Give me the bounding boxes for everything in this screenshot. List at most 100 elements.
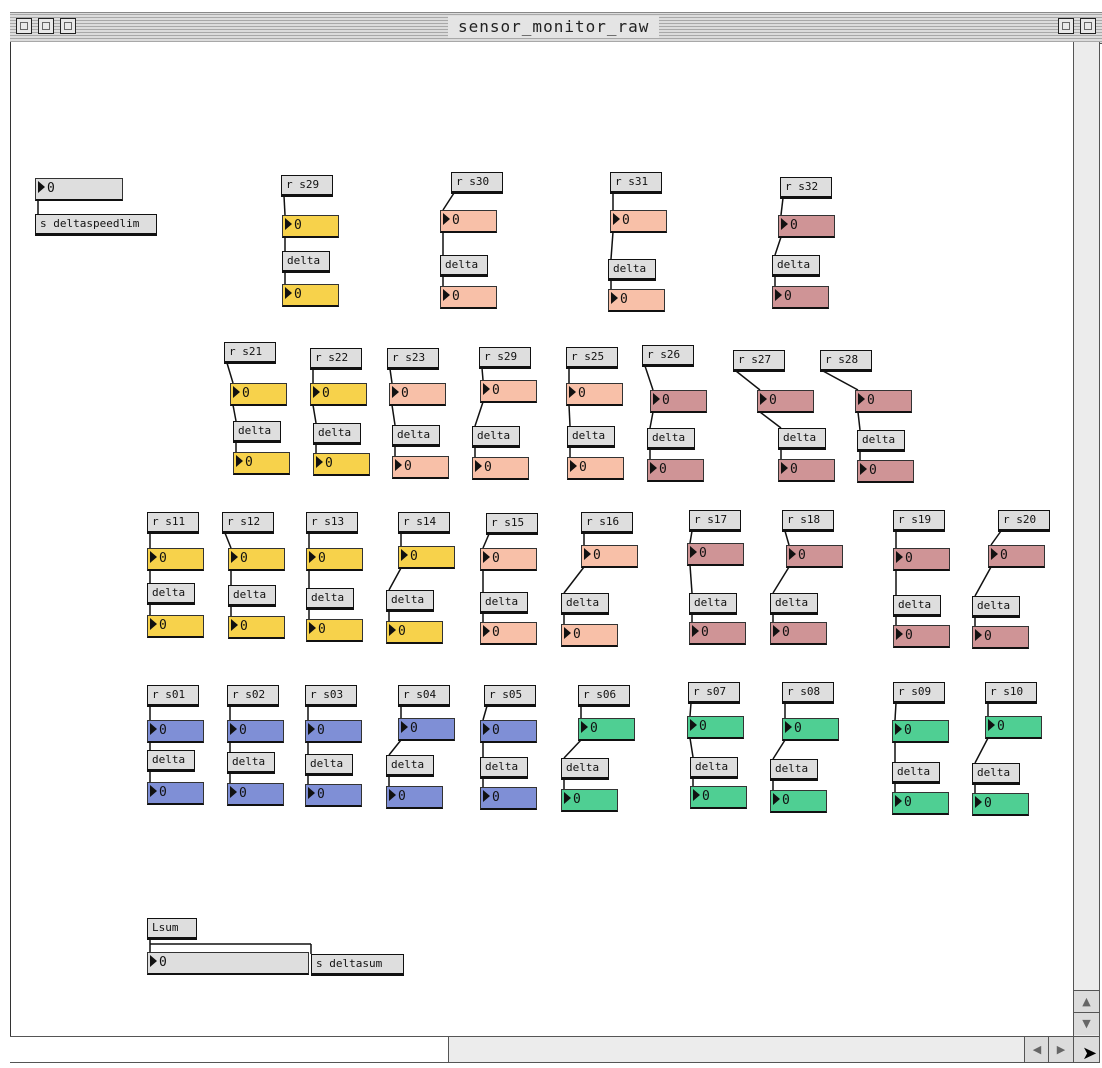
receive-object[interactable]: r s14 — [398, 512, 450, 534]
receive-object[interactable]: r s04 — [398, 685, 450, 707]
delta-number-box[interactable]: 0 — [689, 622, 746, 645]
patch-canvas[interactable] — [10, 42, 1074, 1036]
sensor-number-box[interactable]: 0 — [988, 545, 1045, 568]
receive-object[interactable]: r s06 — [578, 685, 630, 707]
sensor-number-box[interactable]: 0 — [306, 548, 363, 571]
sensor-number-box[interactable]: 0 — [480, 720, 537, 743]
receive-object[interactable]: r s23 — [387, 348, 439, 370]
scroll-down-arrow-icon[interactable]: ▼ — [1074, 1012, 1099, 1035]
sensor-number-box[interactable]: 0 — [650, 390, 707, 413]
delta-object[interactable]: delta — [567, 426, 615, 448]
delta-number-box[interactable]: 0 — [147, 782, 204, 805]
delta-object[interactable]: delta — [472, 426, 520, 448]
receive-object[interactable]: r s03 — [305, 685, 357, 707]
receive-object[interactable]: r s07 — [688, 682, 740, 704]
vertical-scrollbar[interactable]: ▲ ▼ — [1073, 42, 1100, 1036]
sensor-number-box[interactable]: 0 — [687, 716, 744, 739]
delta-object[interactable]: delta — [313, 423, 361, 445]
delta-object[interactable]: delta — [772, 255, 820, 277]
delta-number-box[interactable]: 0 — [305, 784, 362, 807]
send-deltaspeedlim-object[interactable]: s deltaspeedlim — [35, 214, 157, 236]
receive-object[interactable]: r s02 — [227, 685, 279, 707]
sensor-number-box[interactable]: 0 — [282, 215, 339, 238]
delta-number-box[interactable]: 0 — [440, 286, 497, 309]
delta-number-box[interactable]: 0 — [567, 457, 624, 480]
delta-object[interactable]: delta — [608, 259, 656, 281]
sensor-number-box[interactable]: 0 — [855, 390, 912, 413]
delta-number-box[interactable]: 0 — [480, 622, 537, 645]
sensor-number-box[interactable]: 0 — [566, 383, 623, 406]
delta-object[interactable]: delta — [480, 592, 528, 614]
scroll-up-arrow-icon[interactable]: ▲ — [1074, 990, 1099, 1013]
sum-object[interactable]: Lsum — [147, 918, 197, 940]
delta-number-box[interactable]: 0 — [233, 452, 290, 475]
receive-object[interactable]: r s25 — [566, 347, 618, 369]
delta-number-box[interactable]: 0 — [690, 786, 747, 809]
receive-object[interactable]: r s29 — [281, 175, 333, 197]
delta-object[interactable]: delta — [893, 595, 941, 617]
zoom-box-icon[interactable] — [1058, 18, 1074, 34]
sensor-number-box[interactable]: 0 — [480, 380, 537, 403]
collapse-box-icon[interactable] — [1080, 18, 1096, 34]
receive-object[interactable]: r s16 — [581, 512, 633, 534]
delta-number-box[interactable]: 0 — [313, 453, 370, 476]
delta-object[interactable]: delta — [392, 425, 440, 447]
sensor-number-box[interactable]: 0 — [310, 383, 367, 406]
delta-object[interactable]: delta — [892, 762, 940, 784]
sensor-number-box[interactable]: 0 — [147, 720, 204, 743]
delta-object[interactable]: delta — [972, 596, 1020, 618]
delta-number-box[interactable]: 0 — [386, 786, 443, 809]
sensor-number-box[interactable]: 0 — [230, 383, 287, 406]
delta-object[interactable]: delta — [770, 593, 818, 615]
delta-object[interactable]: delta — [480, 757, 528, 779]
delta-number-box[interactable]: 0 — [228, 616, 285, 639]
delta-number-box[interactable]: 0 — [770, 790, 827, 813]
delta-number-box[interactable]: 0 — [392, 456, 449, 479]
delta-object[interactable]: delta — [440, 255, 488, 277]
receive-object[interactable]: r s21 — [224, 342, 276, 364]
sensor-number-box[interactable]: 0 — [782, 718, 839, 741]
delta-number-box[interactable]: 0 — [282, 284, 339, 307]
delta-object[interactable]: delta — [386, 755, 434, 777]
delta-object[interactable]: delta — [561, 593, 609, 615]
horizontal-scroll-track[interactable] — [448, 1037, 1041, 1062]
sensor-number-box[interactable]: 0 — [786, 545, 843, 568]
number-box[interactable]: 0 — [35, 178, 123, 201]
sensor-number-box[interactable]: 0 — [893, 548, 950, 571]
delta-object[interactable]: delta — [305, 754, 353, 776]
delta-number-box[interactable]: 0 — [770, 622, 827, 645]
receive-object[interactable]: r s13 — [306, 512, 358, 534]
delta-number-box[interactable]: 0 — [972, 793, 1029, 816]
delta-object[interactable]: delta — [282, 251, 330, 273]
delta-object[interactable]: delta — [227, 752, 275, 774]
sensor-number-box[interactable]: 0 — [305, 720, 362, 743]
sensor-number-box[interactable]: 0 — [480, 548, 537, 571]
delta-object[interactable]: delta — [228, 585, 276, 607]
delta-number-box[interactable]: 0 — [386, 621, 443, 644]
delta-number-box[interactable]: 0 — [893, 625, 950, 648]
receive-object[interactable]: r s30 — [451, 172, 503, 194]
receive-object[interactable]: r s29 — [479, 347, 531, 369]
receive-object[interactable]: r s27 — [733, 350, 785, 372]
delta-number-box[interactable]: 0 — [647, 459, 704, 482]
delta-object[interactable]: delta — [972, 763, 1020, 785]
delta-object[interactable]: delta — [857, 430, 905, 452]
sensor-number-box[interactable]: 0 — [398, 718, 455, 741]
delta-number-box[interactable]: 0 — [472, 457, 529, 480]
delta-object[interactable]: delta — [386, 590, 434, 612]
delta-number-box[interactable]: 0 — [147, 615, 204, 638]
receive-object[interactable]: r s11 — [147, 512, 199, 534]
patcher-expand-icon[interactable] — [60, 18, 76, 34]
sensor-number-box[interactable]: 0 — [757, 390, 814, 413]
sensor-number-box[interactable]: 0 — [892, 720, 949, 743]
title-bar[interactable]: sensor_monitor_raw — [10, 12, 1102, 44]
send-deltasum-object[interactable]: s deltasum — [311, 954, 404, 976]
receive-object[interactable]: r s09 — [893, 682, 945, 704]
delta-number-box[interactable]: 0 — [561, 789, 618, 812]
receive-object[interactable]: r s08 — [782, 682, 834, 704]
receive-object[interactable]: r s28 — [820, 350, 872, 372]
receive-object[interactable]: r s17 — [689, 510, 741, 532]
delta-object[interactable]: delta — [647, 428, 695, 450]
delta-number-box[interactable]: 0 — [608, 289, 665, 312]
sum-number-box[interactable]: 0 — [147, 952, 309, 975]
